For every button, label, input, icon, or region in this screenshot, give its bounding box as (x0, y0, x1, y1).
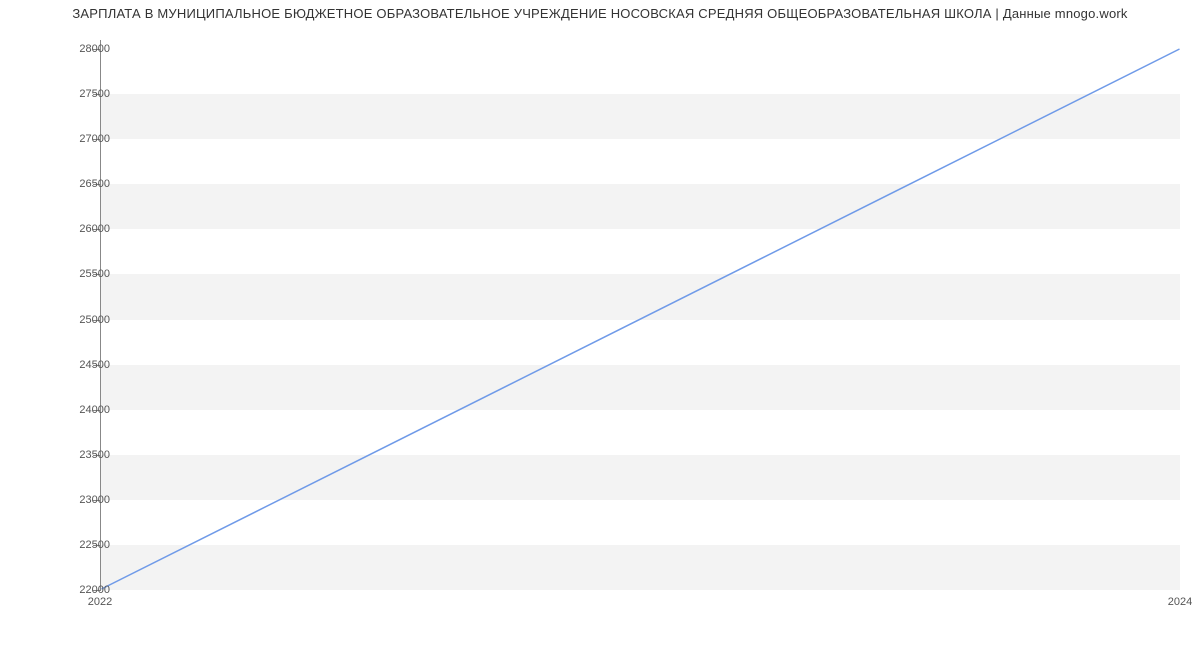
y-tick-label: 24000 (50, 404, 110, 416)
y-tick-label: 25500 (50, 268, 110, 280)
x-tick-label: 2022 (88, 596, 112, 608)
x-tick-label: 2024 (1168, 596, 1192, 608)
y-tick-label: 23500 (50, 449, 110, 461)
y-tick-label: 26500 (50, 178, 110, 190)
y-tick-label: 27500 (50, 88, 110, 100)
y-tick-label: 25000 (50, 314, 110, 326)
y-tick-label: 22500 (50, 539, 110, 551)
plot-area (100, 40, 1180, 590)
y-tick-label: 22000 (50, 584, 110, 596)
y-tick-label: 27000 (50, 133, 110, 145)
chart-title: ЗАРПЛАТА В МУНИЦИПАЛЬНОЕ БЮДЖЕТНОЕ ОБРАЗ… (0, 6, 1200, 21)
y-tick-label: 28000 (50, 43, 110, 55)
line-layer (101, 40, 1180, 589)
series-line (101, 49, 1179, 589)
y-tick-label: 24500 (50, 359, 110, 371)
y-tick-label: 23000 (50, 494, 110, 506)
chart-container: ЗАРПЛАТА В МУНИЦИПАЛЬНОЕ БЮДЖЕТНОЕ ОБРАЗ… (0, 0, 1200, 650)
y-tick-label: 26000 (50, 223, 110, 235)
